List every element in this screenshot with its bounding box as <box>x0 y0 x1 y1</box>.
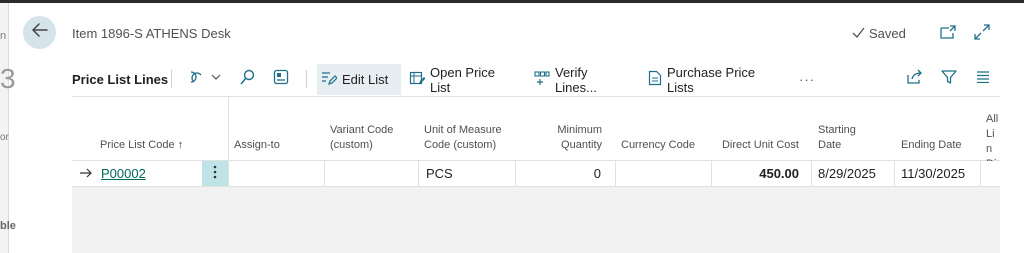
search-button[interactable] <box>236 68 258 90</box>
filter-icon <box>941 69 957 90</box>
column-header-label: Minimum Quantity <box>557 124 602 151</box>
cell-variant-code[interactable] <box>325 161 419 186</box>
column-header-ending-date[interactable]: Ending Date <box>901 97 971 161</box>
open-price-list-icon <box>409 70 426 89</box>
back-arrow-icon <box>31 23 48 42</box>
background-page-edge: n 3 or ble <box>0 3 16 253</box>
open-price-list-button[interactable]: Open Price List <box>405 64 521 95</box>
column-header-label: Assign-to <box>234 139 280 151</box>
cell-unit-of-measure[interactable]: PCS <box>419 161 516 186</box>
price-list-lines-grid: Price List Code ↑ Assign-to Variant Code… <box>72 97 1000 253</box>
vertical-ellipsis-icon <box>213 165 217 182</box>
column-header-label: Price List Code <box>100 139 175 151</box>
personalize-button[interactable] <box>270 68 292 90</box>
background-text: ble <box>0 220 16 232</box>
part-title: Price List Lines <box>72 72 169 87</box>
column-header-variant-code[interactable]: Variant Code (custom) <box>330 97 420 161</box>
column-header-allow-line-disc[interactable]: All Lin Dis <box>986 97 1000 161</box>
purchase-price-lists-button[interactable]: Purchase Price Lists <box>644 64 784 95</box>
filter-pane-icon <box>188 69 222 90</box>
filter-button[interactable] <box>938 68 960 90</box>
column-header-direct-unit-cost[interactable]: Direct Unit Cost <box>710 97 799 161</box>
column-header-price-list-code[interactable]: Price List Code ↑ <box>100 97 228 161</box>
cell-currency-code[interactable] <box>616 161 712 186</box>
edit-list-icon <box>321 70 338 89</box>
table-row[interactable]: P00002 PCS 0 450.00 8/29/2025 11/30/2025 <box>72 161 1000 187</box>
edit-list-label: Edit List <box>342 72 389 87</box>
personalize-icon <box>273 69 289 90</box>
column-header-label: All Lin Dis <box>986 113 999 161</box>
check-icon <box>852 26 865 41</box>
expand-icon <box>974 23 990 45</box>
edit-list-button[interactable]: Edit List <box>317 64 401 95</box>
background-text: or <box>0 132 9 143</box>
purchase-price-lists-label: Purchase Price Lists <box>667 64 756 95</box>
back-button[interactable] <box>23 16 56 49</box>
share-button[interactable] <box>904 68 926 90</box>
column-header-currency-code[interactable]: Currency Code <box>621 97 701 161</box>
cell-allow-line-disc[interactable] <box>981 161 1000 186</box>
column-header-label: Ending Date <box>901 139 962 151</box>
cell-ending-date[interactable]: 11/30/2025 <box>895 161 981 186</box>
saved-status: Saved <box>852 26 906 41</box>
document-icon <box>648 70 662 89</box>
open-price-list-label: Open Price List <box>430 64 496 95</box>
open-in-new-window-icon <box>940 24 956 44</box>
list-view-button[interactable] <box>972 68 994 90</box>
column-header-label: Unit of Measure Code (custom) <box>424 124 502 151</box>
cell-direct-unit-cost[interactable]: 450.00 <box>712 161 812 186</box>
column-header-label: Starting Date <box>818 124 856 151</box>
background-text: n <box>0 30 7 42</box>
top-border <box>0 0 1024 3</box>
cell-minimum-quantity[interactable]: 0 <box>516 161 616 186</box>
column-header-starting-date[interactable]: Starting Date <box>818 97 882 161</box>
current-row-arrow-icon <box>79 166 92 181</box>
filter-pane-toggle[interactable] <box>187 68 223 90</box>
expand-button[interactable] <box>972 23 992 45</box>
cell-starting-date[interactable]: 8/29/2025 <box>812 161 895 186</box>
toolbar-divider <box>171 70 172 88</box>
verify-lines-label: Verify Lines... <box>555 64 597 95</box>
row-indicator <box>72 161 98 186</box>
search-icon <box>239 69 255 90</box>
action-bar: Price List Lines Edit List Open Price Li… <box>72 62 1000 97</box>
row-actions-button[interactable] <box>202 161 229 186</box>
grid-header: Price List Code ↑ Assign-to Variant Code… <box>72 97 1000 187</box>
column-header-label: Variant Code (custom) <box>330 124 394 151</box>
more-options-button[interactable]: ··· <box>794 64 820 95</box>
sort-ascending-icon: ↑ <box>177 139 184 151</box>
price-list-code-link[interactable]: P00002 <box>101 166 146 181</box>
share-icon <box>907 69 923 89</box>
column-header-label: Direct Unit Cost <box>721 139 799 151</box>
column-header-assign-to[interactable]: Assign-to <box>234 97 322 161</box>
page-title: Item 1896-S ATHENS Desk <box>72 26 231 41</box>
verify-lines-button[interactable]: Verify Lines... <box>530 64 634 95</box>
column-header-minimum-quantity[interactable]: Minimum Quantity <box>520 97 602 161</box>
column-header-label: Currency Code <box>621 139 695 151</box>
column-header-unit-of-measure[interactable]: Unit of Measure Code (custom) <box>424 97 514 161</box>
verify-lines-icon <box>534 70 550 89</box>
list-view-icon <box>976 70 990 88</box>
toolbar-divider <box>306 70 307 88</box>
background-text: 3 <box>0 63 16 94</box>
open-new-window-button[interactable] <box>938 24 958 44</box>
saved-label: Saved <box>869 26 906 41</box>
cell-assign-to[interactable] <box>229 161 325 186</box>
cell-price-list-code[interactable]: P00002 <box>98 161 202 186</box>
